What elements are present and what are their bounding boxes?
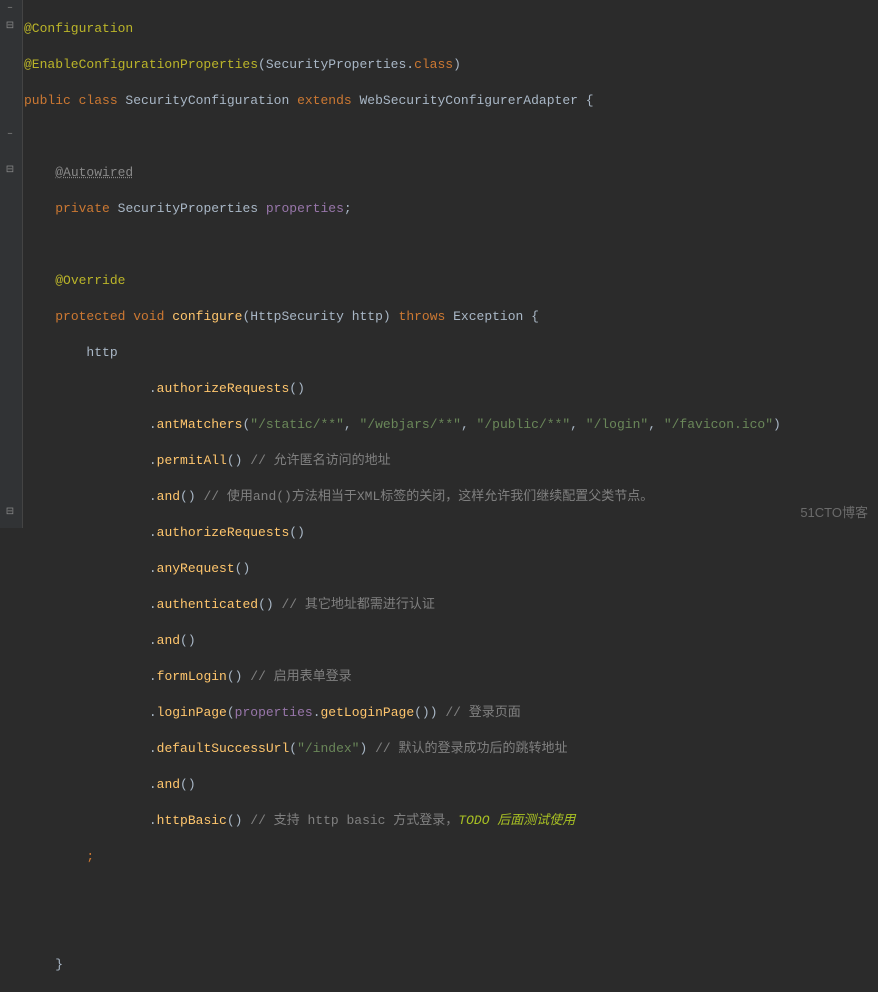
annotation: @Configuration	[24, 21, 133, 36]
comment: // 使用and()方法相当于XML标签的关闭，这样允许我们继续配置父类节点。	[203, 489, 653, 504]
annotation: @Override	[55, 273, 125, 288]
keyword: protected void	[55, 309, 172, 324]
text: .	[313, 705, 321, 720]
method: and	[157, 489, 180, 504]
text: ()	[227, 669, 250, 684]
method: and	[157, 777, 180, 792]
text: ,	[461, 417, 477, 432]
text: )	[773, 417, 781, 432]
fold-icon[interactable]: –	[4, 129, 16, 141]
method: httpBasic	[157, 813, 227, 828]
method: loginPage	[157, 705, 227, 720]
brace: }	[55, 957, 63, 972]
text: ()	[227, 813, 250, 828]
method: authorizeRequests	[157, 525, 290, 540]
type: SecurityProperties	[118, 201, 266, 216]
dot: .	[149, 381, 157, 396]
text: ()	[258, 597, 281, 612]
field: properties	[266, 201, 344, 216]
text: ()	[180, 489, 203, 504]
comment: // 默认的登录成功后的跳转地址	[375, 741, 567, 756]
string: "/favicon.ico"	[664, 417, 773, 432]
dot: .	[149, 777, 157, 792]
dot: .	[149, 741, 157, 756]
text: (SecurityProperties.	[258, 57, 414, 72]
param: http	[352, 309, 383, 324]
text: ()	[289, 525, 305, 540]
text: ,	[570, 417, 586, 432]
text: )	[360, 741, 376, 756]
method: and	[157, 633, 180, 648]
keyword: throws	[399, 309, 454, 324]
annotation: @Autowired	[55, 165, 133, 180]
string: "/public/**"	[477, 417, 571, 432]
keyword: class	[414, 57, 453, 72]
comment: // 支持 http basic 方式登录，	[250, 813, 458, 828]
keyword: private	[55, 201, 117, 216]
annotation: @EnableConfigurationProperties	[24, 57, 258, 72]
semicolon: ;	[86, 849, 94, 864]
string: "/webjars/**"	[360, 417, 461, 432]
method: configure	[172, 309, 242, 324]
string: "/static/**"	[250, 417, 344, 432]
method: anyRequest	[157, 561, 235, 576]
text: ()	[180, 633, 196, 648]
method: getLoginPage	[321, 705, 415, 720]
method: authenticated	[157, 597, 258, 612]
string: "/login"	[586, 417, 648, 432]
comment: // 登录页面	[445, 705, 520, 720]
keyword: extends	[297, 93, 359, 108]
keyword: public class	[24, 93, 125, 108]
text: ()	[289, 381, 305, 396]
text: (	[289, 741, 297, 756]
text: ;	[344, 201, 352, 216]
dot: .	[149, 417, 157, 432]
dot: .	[149, 489, 157, 504]
field: properties	[235, 705, 313, 720]
text: ()	[180, 777, 196, 792]
method: antMatchers	[157, 417, 243, 432]
text: ,	[648, 417, 664, 432]
method: authorizeRequests	[157, 381, 290, 396]
method: permitAll	[157, 453, 227, 468]
fold-icon[interactable]: ⊟	[4, 165, 16, 177]
dot: .	[149, 525, 157, 540]
comment: // 启用表单登录	[250, 669, 351, 684]
todo-comment: TODO 后面测试使用	[458, 813, 575, 828]
watermark: 51CTO博客	[800, 504, 868, 522]
text: ()	[227, 453, 250, 468]
dot: .	[149, 633, 157, 648]
string: "/index"	[297, 741, 359, 756]
dot: .	[149, 597, 157, 612]
fold-icon[interactable]: ⊟	[4, 21, 16, 33]
fold-icon[interactable]: –	[4, 3, 16, 15]
method: formLogin	[157, 669, 227, 684]
text: )	[453, 57, 461, 72]
dot: .	[149, 669, 157, 684]
dot: .	[149, 813, 157, 828]
text: (HttpSecurity	[242, 309, 351, 324]
class-name: SecurityConfiguration	[125, 93, 297, 108]
comment: // 允许匿名访问的地址	[250, 453, 390, 468]
text: ,	[344, 417, 360, 432]
var: http	[86, 345, 117, 360]
dot: .	[149, 705, 157, 720]
text: Exception {	[453, 309, 539, 324]
text: (	[227, 705, 235, 720]
gutter: – ⊟ – ⊟ ⊟	[0, 0, 23, 528]
dot: .	[149, 561, 157, 576]
comment: // 其它地址都需进行认证	[281, 597, 434, 612]
text: )	[383, 309, 399, 324]
method: defaultSuccessUrl	[157, 741, 290, 756]
class-name: WebSecurityConfigurerAdapter {	[359, 93, 593, 108]
dot: .	[149, 453, 157, 468]
fold-icon[interactable]: ⊟	[4, 507, 16, 519]
code-editor[interactable]: @Configuration @EnableConfigurationPrope…	[24, 2, 781, 992]
text: ())	[414, 705, 445, 720]
text: ()	[235, 561, 251, 576]
